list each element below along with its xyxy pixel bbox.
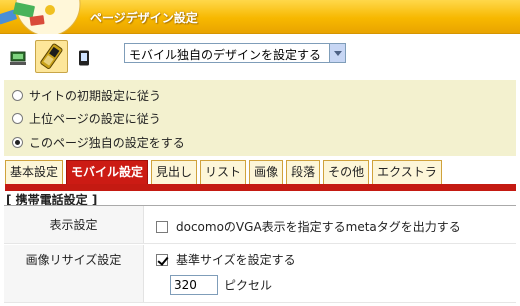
base-size-checkbox[interactable]: [156, 253, 168, 266]
tab-heading[interactable]: 見出し: [151, 160, 198, 184]
settings-tabs: 基本設定 モバイル設定 見出し リスト 画像 段落 その他 エクストラ: [5, 160, 445, 184]
inherit-options-panel: サイトの初期設定に従う 上位ページの設定に従う このページ独自の設定をする: [4, 80, 516, 156]
design-select-value: モバイル独自のデザインを設定する: [129, 48, 322, 62]
radio-button[interactable]: [12, 89, 23, 101]
option-label: docomoのVGA表示を指定するmetaタグを出力する: [176, 220, 461, 234]
tab-mobile[interactable]: モバイル設定: [66, 160, 149, 184]
radio-button[interactable]: [12, 112, 23, 124]
tab-list[interactable]: リスト: [200, 160, 247, 184]
vga-meta-checkbox[interactable]: [156, 220, 168, 233]
radio-parent-page[interactable]: 上位ページの設定に従う: [12, 109, 161, 127]
radio-page-specific[interactable]: このページ独自の設定をする: [12, 133, 185, 151]
display-option[interactable]: docomoのVGA表示を指定するmetaタグを出力する: [156, 218, 461, 235]
tab-extra[interactable]: エクストラ: [372, 160, 442, 184]
tab-image[interactable]: 画像: [249, 160, 284, 184]
page-title: ページデザイン設定: [90, 11, 198, 25]
mobile-device-icon: [40, 43, 63, 69]
row-label: 画像リサイズ設定: [4, 245, 144, 302]
design-select[interactable]: モバイル独自のデザインを設定する: [124, 43, 346, 63]
size-field-group: 320 ピクセル: [170, 275, 272, 295]
tab-other[interactable]: その他: [323, 160, 370, 184]
smartphone-icon[interactable]: [78, 50, 90, 66]
unit-label: ピクセル: [224, 278, 273, 293]
size-input[interactable]: 320: [170, 275, 218, 295]
tabs-divider: [5, 184, 516, 191]
option-label: 基準サイズを設定する: [176, 253, 296, 267]
radio-button[interactable]: [12, 136, 23, 148]
radio-label: このページ独自の設定をする: [29, 135, 185, 150]
logo-icon: [0, 0, 84, 34]
resize-option[interactable]: 基準サイズを設定する: [156, 251, 296, 268]
image-resize-row: 画像リサイズ設定 基準サイズを設定する 320 ピクセル: [4, 245, 516, 303]
radio-site-default[interactable]: サイトの初期設定に従う: [12, 86, 161, 104]
tab-paragraph[interactable]: 段落: [286, 160, 321, 184]
row-label: 表示設定: [4, 206, 144, 243]
mobile-device-button[interactable]: [35, 40, 68, 73]
header-bar: ページデザイン設定: [0, 0, 520, 34]
pc-icon[interactable]: [10, 50, 26, 66]
display-setting-row: 表示設定 docomoのVGA表示を指定するmetaタグを出力する: [4, 206, 516, 244]
radio-label: サイトの初期設定に従う: [29, 88, 162, 103]
tab-basic[interactable]: 基本設定: [5, 160, 64, 184]
chevron-down-icon[interactable]: [329, 44, 345, 62]
radio-label: 上位ページの設定に従う: [29, 111, 161, 126]
